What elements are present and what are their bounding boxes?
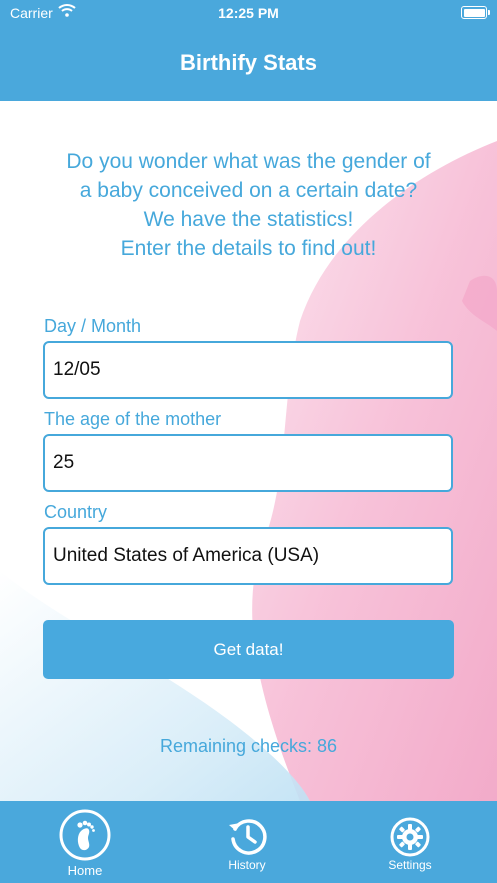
gear-icon bbox=[390, 817, 430, 862]
intro-line: a baby conceived on a certain date? bbox=[79, 179, 418, 202]
tab-home-label: Home bbox=[67, 863, 103, 878]
country-label: Country bbox=[44, 502, 108, 522]
status-time: 12:25 PM bbox=[218, 5, 279, 21]
day-month-field[interactable]: 12/05 bbox=[43, 341, 453, 399]
day-month-label: Day / Month bbox=[44, 316, 142, 336]
intro-line: We have the statistics! bbox=[143, 208, 354, 231]
status-bar: Carrier 12:25 PM bbox=[0, 0, 497, 26]
mother-age-field[interactable]: 25 bbox=[43, 434, 453, 492]
page-title: Birthify Stats bbox=[180, 50, 317, 75]
navigation-bar: Birthify Stats bbox=[0, 26, 497, 101]
intro-line: Do you wonder what was the gender of bbox=[66, 150, 431, 173]
main-content: Do you wonder what was the gender of a b… bbox=[0, 101, 497, 801]
battery-icon bbox=[461, 6, 490, 19]
history-clock-icon bbox=[227, 815, 269, 862]
mother-age-label: The age of the mother bbox=[44, 409, 222, 429]
remaining-checks-text: Remaining checks: 86 bbox=[159, 736, 338, 756]
intro-line: Enter the details to find out! bbox=[120, 237, 377, 260]
intro-text: Do you wonder what was the gender of a b… bbox=[20, 147, 477, 263]
get-data-button[interactable]: Get data! bbox=[43, 620, 454, 679]
footprint-icon bbox=[59, 809, 111, 866]
tab-settings[interactable]: Settings bbox=[350, 801, 470, 883]
tab-settings-label: Settings bbox=[388, 858, 432, 872]
tab-home[interactable]: Home bbox=[25, 801, 145, 883]
tab-history[interactable]: History bbox=[187, 801, 307, 883]
tab-bar: Home History Settings bbox=[0, 801, 497, 883]
country-field[interactable]: United States of America (USA) bbox=[43, 527, 453, 585]
tab-history-label: History bbox=[228, 858, 266, 872]
